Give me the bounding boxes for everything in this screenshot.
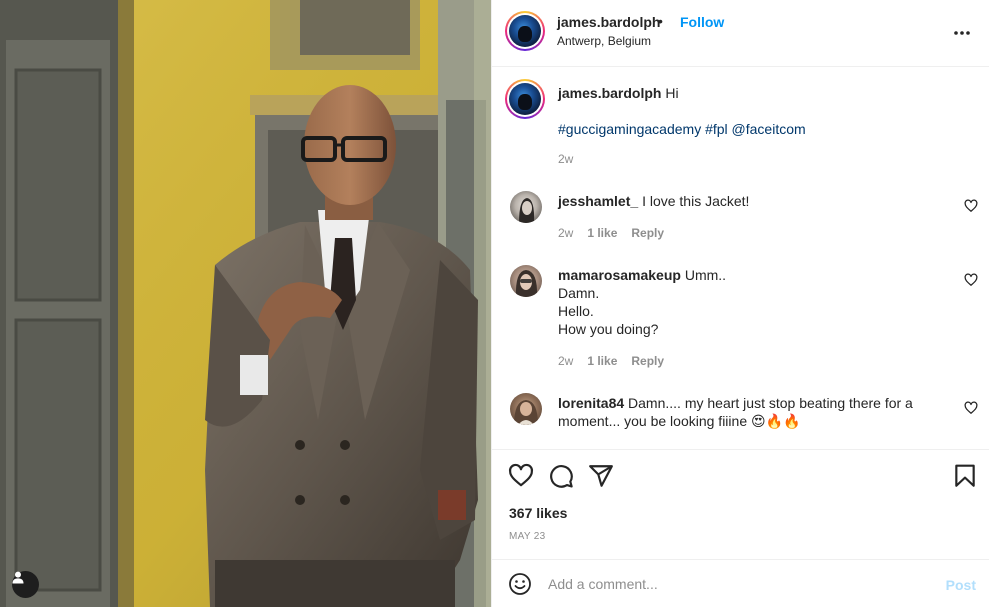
post-header: james.bardolph • Follow Antwerp, Belgium — [492, 0, 989, 67]
comment-body-line: How you doing? — [558, 321, 659, 337]
reply-button[interactable]: Reply — [631, 226, 664, 240]
comment-body-line: moment... you be looking fiiine 😍🔥🔥 — [558, 413, 801, 429]
comment-like-heart-icon[interactable] — [964, 273, 978, 287]
comment-likes[interactable]: 1 like — [587, 354, 617, 368]
add-comment-bar: Post — [492, 559, 989, 607]
comment-body-line: Damn. — [558, 285, 600, 301]
header-separator: • — [658, 13, 663, 29]
post-details-panel: james.bardolph • Follow Antwerp, Belgium… — [491, 0, 989, 607]
caption-author-avatar[interactable] — [505, 79, 545, 119]
comment-username[interactable]: jesshamlet_ — [558, 193, 638, 209]
comment-meta: 2w 1 like Reply — [558, 354, 664, 368]
comment-icon[interactable] — [548, 463, 574, 489]
emoji-icon[interactable] — [508, 572, 532, 596]
caption-time: 2w — [558, 152, 574, 166]
comment-time: 2w — [558, 354, 574, 368]
comment-time: 2w — [558, 226, 574, 240]
comment-body-line: Hello. — [558, 303, 594, 319]
comment-text: lorenita84 Damn.... my heart just stop b… — [558, 394, 913, 412]
post-comment-button[interactable]: Post — [946, 577, 976, 593]
heart-icon[interactable] — [508, 463, 534, 489]
user-tag-icon[interactable] — [12, 571, 39, 598]
comment-avatar[interactable] — [510, 393, 542, 425]
comment-like-heart-icon[interactable] — [964, 199, 978, 213]
send-icon[interactable] — [588, 463, 614, 489]
comment-avatar[interactable] — [510, 191, 542, 223]
comment-username[interactable]: mamarosamakeup — [558, 267, 681, 283]
caption-text: james.bardolph Hi — [558, 84, 679, 102]
likes-count[interactable]: 367 likes — [509, 505, 567, 521]
instagram-post-view: james.bardolph • Follow Antwerp, Belgium… — [0, 0, 989, 607]
comment-avatar[interactable] — [510, 265, 542, 297]
hashtag-links[interactable]: #guccigamingacademy #fpl @faceitcom — [558, 121, 806, 137]
comment-body-line: Umm.. — [684, 267, 727, 283]
comment-input[interactable] — [548, 574, 928, 594]
post-image — [0, 0, 491, 607]
comment-body-line: Damn.... my heart just stop beating ther… — [628, 395, 913, 411]
post-date[interactable]: MAY 23 — [509, 531, 545, 542]
comment-likes[interactable]: 1 like — [587, 226, 617, 240]
caption-username[interactable]: james.bardolph — [558, 85, 661, 101]
caption-body: Hi — [665, 85, 679, 101]
comment-username[interactable]: lorenita84 — [558, 395, 624, 411]
caption-hashtags[interactable]: #guccigamingacademy #fpl @faceitcom — [558, 120, 806, 138]
more-horizontal-icon[interactable] — [950, 21, 974, 45]
comment-text: jesshamlet_ I love this Jacket! — [558, 192, 749, 210]
bookmark-icon[interactable] — [952, 463, 978, 489]
comment-text: mamarosamakeup Umm.. — [558, 266, 726, 284]
author-avatar[interactable] — [505, 11, 545, 51]
post-photo[interactable] — [0, 0, 491, 607]
follow-button[interactable]: Follow — [680, 14, 724, 30]
reply-button[interactable]: Reply — [631, 354, 664, 368]
comment-meta: 2w 1 like Reply — [558, 226, 664, 240]
comment-body: I love this Jacket! — [642, 193, 750, 209]
author-username[interactable]: james.bardolph — [557, 14, 660, 30]
post-location[interactable]: Antwerp, Belgium — [557, 34, 651, 48]
comment-like-heart-icon[interactable] — [964, 401, 978, 415]
